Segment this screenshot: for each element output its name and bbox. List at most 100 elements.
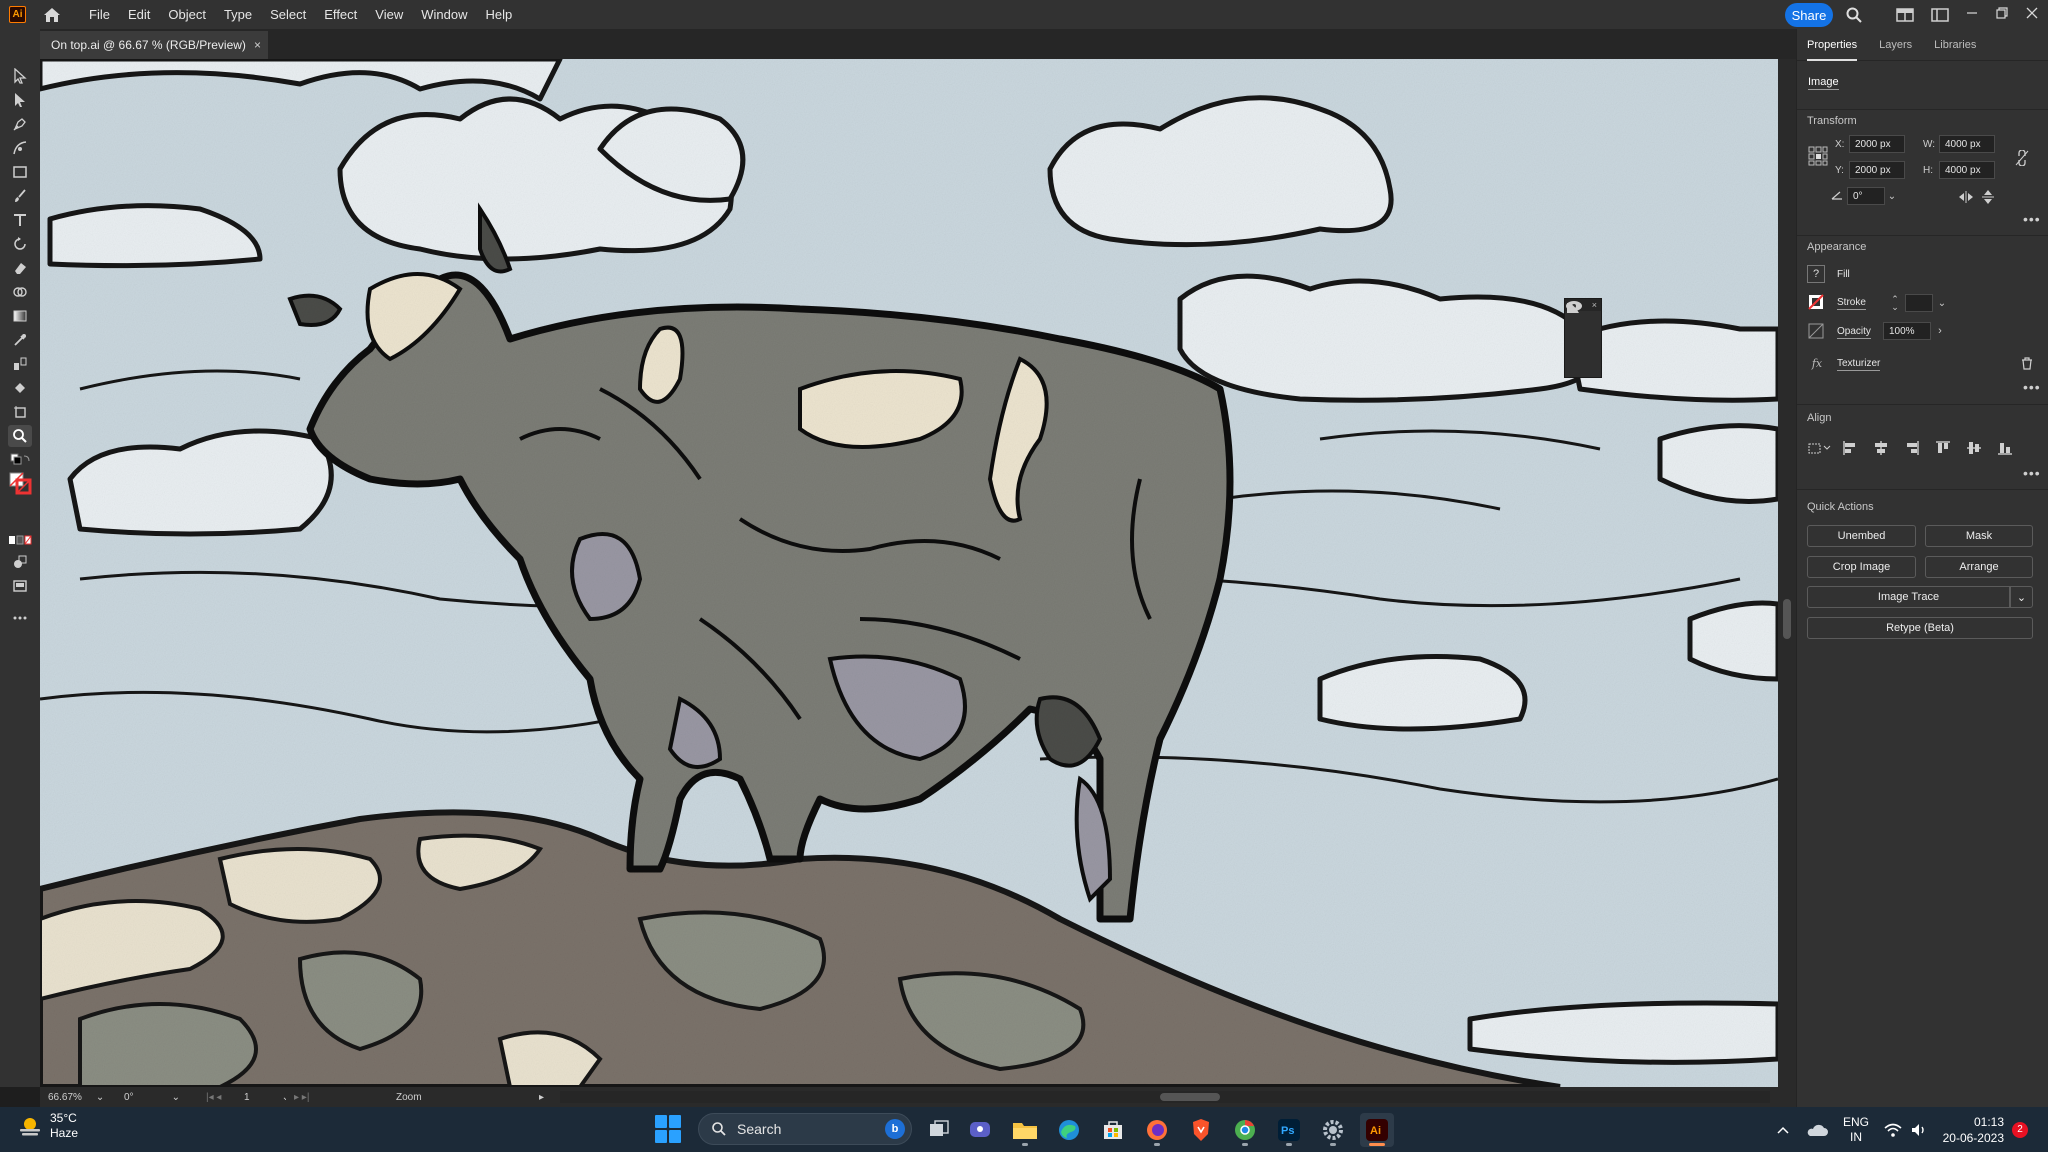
align-left-icon[interactable] [1841, 439, 1859, 457]
transform-more-options-icon[interactable]: ••• [2023, 211, 2041, 227]
direct-selection-tool-icon[interactable] [8, 89, 32, 111]
tab-layers[interactable]: Layers [1879, 29, 1912, 61]
flip-horizontal-icon[interactable] [1957, 189, 1975, 205]
illustrator-taskbar-icon[interactable]: Ai [1360, 1113, 1394, 1147]
search-icon[interactable] [1843, 4, 1865, 26]
edit-toolbar-icon[interactable] [8, 607, 32, 629]
document-tab[interactable]: On top.ai @ 66.67 % (RGB/Preview) × [40, 31, 268, 59]
rotate-angle-input[interactable]: 0° [1847, 187, 1885, 205]
rotation-dropdown[interactable]: 0° ⌄ [116, 1089, 188, 1105]
x-position-input[interactable]: 2000 px [1849, 135, 1905, 153]
brush-library-icon[interactable] [1566, 301, 1596, 339]
zoom-tool-icon[interactable] [8, 425, 32, 447]
horizontal-scrollbar[interactable] [560, 1091, 1770, 1103]
gradient-tool-icon[interactable] [8, 305, 32, 327]
bing-icon[interactable]: b [885, 1119, 905, 1139]
flip-vertical-icon[interactable] [1979, 189, 1997, 205]
fill-unknown-swatch[interactable]: ? [1807, 265, 1825, 283]
close-panel-icon[interactable]: × [1592, 300, 1597, 310]
artboard-number-dropdown[interactable]: 1⌄ [236, 1089, 290, 1105]
status-menu-arrow-icon[interactable]: ▸ [531, 1089, 561, 1105]
image-trace-button[interactable]: Image Trace [1807, 586, 2010, 608]
align-vertical-center-icon[interactable] [1965, 439, 1983, 457]
artboard-tool-icon[interactable] [8, 401, 32, 423]
shape-builder-tool-icon[interactable] [8, 281, 32, 303]
workspace-switcher-icon[interactable] [1929, 4, 1951, 26]
zoom-level-dropdown[interactable]: 66.67% ⌄ [40, 1089, 112, 1105]
opacity-input[interactable]: 100% [1883, 322, 1931, 340]
curvature-tool-icon[interactable] [8, 137, 32, 159]
artwork-canvas[interactable]: « × [40, 59, 1778, 1087]
task-view-icon[interactable] [922, 1113, 956, 1147]
align-more-options-icon[interactable]: ••• [2023, 465, 2041, 481]
brave-browser-icon[interactable] [1184, 1113, 1218, 1147]
microsoft-store-icon[interactable] [1096, 1113, 1130, 1147]
home-icon[interactable] [40, 3, 64, 27]
firefox-icon[interactable] [1140, 1113, 1174, 1147]
stroke-profile-icon[interactable] [1567, 303, 1596, 367]
menu-type[interactable]: Type [215, 0, 261, 29]
google-chrome-icon[interactable] [1228, 1113, 1262, 1147]
close-tab-icon[interactable]: × [254, 38, 261, 52]
taskbar-search-box[interactable]: Search b [698, 1113, 912, 1145]
menu-file[interactable]: File [80, 0, 119, 29]
system-clock[interactable]: 01:13 20-06-2023 [1940, 1107, 2004, 1152]
menu-effect[interactable]: Effect [315, 0, 366, 29]
tab-libraries[interactable]: Libraries [1934, 29, 1976, 61]
teams-chat-icon[interactable] [964, 1113, 998, 1147]
menu-window[interactable]: Window [412, 0, 476, 29]
type-tool-icon[interactable] [8, 209, 32, 231]
selection-type-label[interactable]: Image [1808, 75, 1839, 90]
eyedropper-tool-icon[interactable] [8, 329, 32, 351]
stroke-weight-input[interactable] [1905, 294, 1933, 312]
settings-gear-icon[interactable] [1316, 1113, 1350, 1147]
menu-edit[interactable]: Edit [119, 0, 159, 29]
menu-object[interactable]: Object [159, 0, 215, 29]
start-button[interactable] [655, 1115, 683, 1143]
onedrive-icon[interactable] [1806, 1107, 1828, 1152]
file-explorer-icon[interactable] [1008, 1113, 1042, 1147]
paintbrush-tool-icon[interactable] [8, 185, 32, 207]
horizontal-scroll-thumb[interactable] [1160, 1093, 1220, 1101]
menu-view[interactable]: View [366, 0, 412, 29]
weather-widget[interactable]: 35°C Haze [18, 1111, 78, 1141]
constrain-proportions-icon[interactable] [2013, 149, 2031, 167]
stroke-label[interactable]: Stroke [1837, 297, 1866, 310]
pen-tool-icon[interactable] [8, 113, 32, 135]
stroke-weight-dropdown-icon[interactable]: ⌄ [1935, 294, 1949, 312]
show-hidden-icons[interactable] [1776, 1107, 1790, 1152]
height-input[interactable]: 4000 px [1939, 161, 1995, 179]
edge-browser-icon[interactable] [1052, 1113, 1086, 1147]
retype-beta-button[interactable]: Retype (Beta) [1807, 617, 2033, 639]
mask-button[interactable]: Mask [1925, 525, 2033, 547]
share-button[interactable]: Share [1785, 3, 1833, 27]
align-top-icon[interactable] [1934, 439, 1952, 457]
default-colors-icon[interactable] [8, 453, 32, 467]
y-position-input[interactable]: 2000 px [1849, 161, 1905, 179]
arrange-button[interactable]: Arrange [1925, 556, 2033, 578]
stroke-none-swatch[interactable] [1807, 293, 1825, 311]
reference-point-icon[interactable] [1807, 145, 1829, 167]
stroke-weight-stepper[interactable]: ⌃ ⌄ [1889, 294, 1901, 312]
align-to-selection-icon[interactable] [1807, 439, 1833, 457]
vertical-scrollbar[interactable] [1778, 59, 1796, 1087]
align-horizontal-center-icon[interactable] [1872, 439, 1890, 457]
eraser-tool-icon[interactable] [8, 257, 32, 279]
rectangle-tool-icon[interactable] [8, 161, 32, 183]
close-window-icon[interactable] [2020, 2, 2044, 24]
selection-tool-icon[interactable] [8, 65, 32, 87]
wifi-icon[interactable] [1884, 1107, 1902, 1152]
photoshop-icon[interactable]: Ps [1272, 1113, 1306, 1147]
texturizer-effect-link[interactable]: Texturizer [1837, 358, 1881, 371]
language-indicator[interactable]: ENG IN [1843, 1107, 1869, 1152]
tab-properties[interactable]: Properties [1807, 29, 1858, 61]
menu-select[interactable]: Select [261, 0, 315, 29]
opacity-expand-icon[interactable]: › [1933, 322, 1947, 340]
screen-mode-icon[interactable] [8, 575, 32, 597]
unembed-button[interactable]: Unembed [1807, 525, 1916, 547]
next-artboard-icon[interactable]: ▸ ▸| [286, 1089, 336, 1105]
notification-center[interactable]: 2 [2012, 1107, 2028, 1152]
scroll-thumb[interactable] [1783, 599, 1791, 639]
width-input[interactable]: 4000 px [1939, 135, 1995, 153]
color-mode-icon[interactable] [8, 533, 32, 547]
